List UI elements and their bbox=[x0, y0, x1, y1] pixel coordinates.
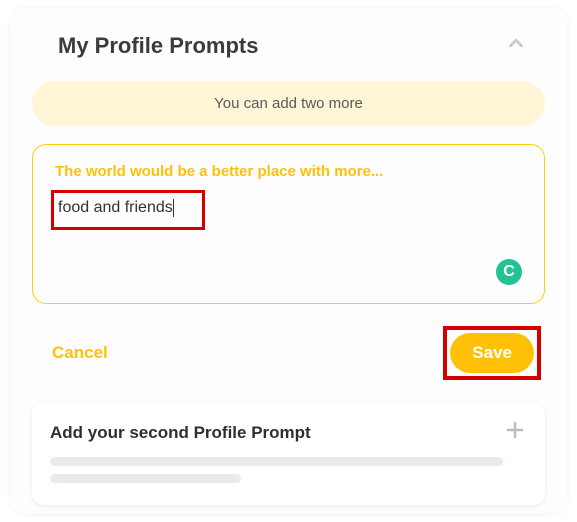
cancel-button[interactable]: Cancel bbox=[52, 343, 108, 363]
info-banner: You can add two more bbox=[32, 81, 545, 126]
section-title: My Profile Prompts bbox=[58, 33, 258, 59]
profile-prompts-card: My Profile Prompts You can add two more … bbox=[10, 8, 567, 514]
prompt-answer-input[interactable]: food and friends bbox=[58, 197, 173, 218]
section-header: My Profile Prompts bbox=[32, 32, 545, 59]
plus-icon[interactable] bbox=[503, 418, 527, 447]
collapse-icon[interactable] bbox=[505, 32, 527, 59]
text-caret bbox=[173, 199, 174, 217]
save-button[interactable]: Save bbox=[450, 333, 534, 373]
info-banner-text: You can add two more bbox=[214, 95, 363, 112]
highlight-save-annotation: Save bbox=[443, 326, 541, 380]
add-prompt-header: Add your second Profile Prompt bbox=[50, 418, 527, 447]
grammar-check-icon[interactable]: C bbox=[496, 259, 522, 285]
prompt-editor: The world would be a better place with m… bbox=[32, 144, 545, 304]
prompt-label: The world would be a better place with m… bbox=[55, 163, 522, 180]
highlight-input-annotation: food and friends bbox=[51, 190, 205, 230]
add-prompt-card[interactable]: Add your second Profile Prompt bbox=[32, 402, 545, 505]
grammar-badge-letter: C bbox=[503, 263, 515, 281]
add-prompt-title: Add your second Profile Prompt bbox=[50, 423, 311, 443]
action-row: Cancel Save bbox=[32, 326, 545, 380]
placeholder-line bbox=[50, 474, 241, 483]
placeholder-line bbox=[50, 457, 503, 466]
